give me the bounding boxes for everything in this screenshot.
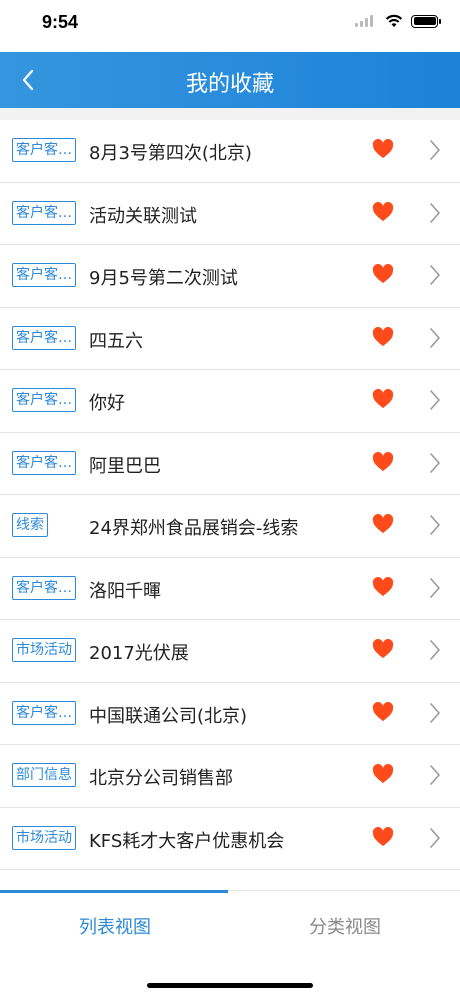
item-title: 8月3号第四次(北京) [89,143,252,164]
category-tag: 客户客… [12,388,76,412]
chevron-right-icon [430,327,440,348]
tab-category-view[interactable]: 分类视图 [230,913,460,939]
list-item[interactable]: 客户客… 阿里巴巴 [0,432,460,495]
status-time: 9:54 [42,12,79,32]
item-title: 四五六 [89,330,143,352]
chevron-right-icon [430,577,440,598]
heart-icon[interactable] [372,451,394,472]
heart-icon[interactable] [372,701,394,722]
page-title: 我的收藏 [185,72,274,97]
list-item[interactable]: 市场活动 KFS耗才大客户优惠机会 [0,807,460,870]
chevron-right-icon [430,265,440,285]
heart-icon[interactable] [372,639,394,659]
category-tag: 客户客… [12,200,76,225]
signal-icon [355,15,377,27]
list-item[interactable]: 客户客… 活动关联测试 [0,182,460,245]
item-title: 活动关联测试 [89,205,197,227]
chevron-right-icon [430,702,440,723]
chevron-right-icon [430,640,440,660]
heart-icon[interactable] [372,139,394,159]
item-title: 2017光伏展 [89,643,189,664]
item-title: 9月5号第二次测试 [89,268,238,289]
tab-bar: 列表视图 分类视图 [0,890,460,996]
chevron-right-icon [430,452,440,473]
list-item[interactable]: 客户客… 洛阳千暉 [0,557,460,620]
heart-icon[interactable] [372,826,394,847]
heart-icon[interactable] [372,264,394,284]
list-item[interactable]: 客户客… 8月3号第四次(北京) [0,120,460,183]
chevron-right-icon [430,390,440,410]
heart-icon[interactable] [372,201,394,222]
wifi-icon [385,14,403,27]
category-tag: 客户客… [12,700,76,725]
chevron-right-icon [430,140,440,160]
category-tag: 客户客… [12,450,76,475]
list-top-spacer [0,108,460,120]
item-title: 北京分公司销售部 [89,768,233,789]
tab-indicator [0,890,228,893]
battery-icon [411,14,441,28]
home-indicator [147,983,313,988]
item-title: 中国联通公司(北京) [89,705,248,727]
list-item[interactable]: 客户客… 中国联通公司(北京) [0,682,460,745]
list-item[interactable]: 市场活动 2017光伏展 [0,620,460,683]
item-title: 24界郑州食品展销会-线索 [89,518,299,539]
heart-icon[interactable] [372,576,394,597]
heart-icon[interactable] [372,764,394,784]
category-tag: 市场活动 [12,638,76,662]
category-tag: 客户客… [12,575,76,600]
navigation-bar: 我的收藏 [0,52,460,108]
list-item[interactable]: 线索 24界郑州食品展销会-线索 [0,495,460,558]
chevron-right-icon [430,765,440,785]
category-tag: 客户客… [12,325,76,350]
item-title: 洛阳千暉 [89,580,161,602]
item-title: KFS耗才大客户优惠机会 [89,830,285,852]
list-item[interactable]: 客户客… 你好 [0,370,460,433]
chevron-right-icon [430,515,440,535]
heart-icon[interactable] [372,389,394,409]
category-tag: 部门信息 [12,763,76,787]
category-tag: 市场活动 [12,825,76,850]
list-item[interactable]: 客户客… 四五六 [0,307,460,370]
item-title: 阿里巴巴 [89,455,161,477]
category-tag: 客户客… [12,138,76,162]
category-tag: 客户客… [12,263,76,287]
status-icons [355,14,441,28]
category-tag: 线索 [12,513,48,537]
tab-list-view[interactable]: 列表视图 [0,913,230,939]
status-bar: 9:54 [0,0,460,52]
chevron-right-icon [430,827,440,848]
heart-icon[interactable] [372,326,394,347]
item-title: 你好 [89,393,125,414]
heart-icon[interactable] [372,514,394,534]
list-item[interactable]: 客户客… 9月5号第二次测试 [0,245,460,308]
chevron-right-icon [430,202,440,223]
list-item[interactable]: 部门信息 北京分公司销售部 [0,745,460,808]
favorites-list: 客户客… 8月3号第四次(北京) 客户客… 活动关联测试 客户客… 9月5号第二… [0,120,460,870]
